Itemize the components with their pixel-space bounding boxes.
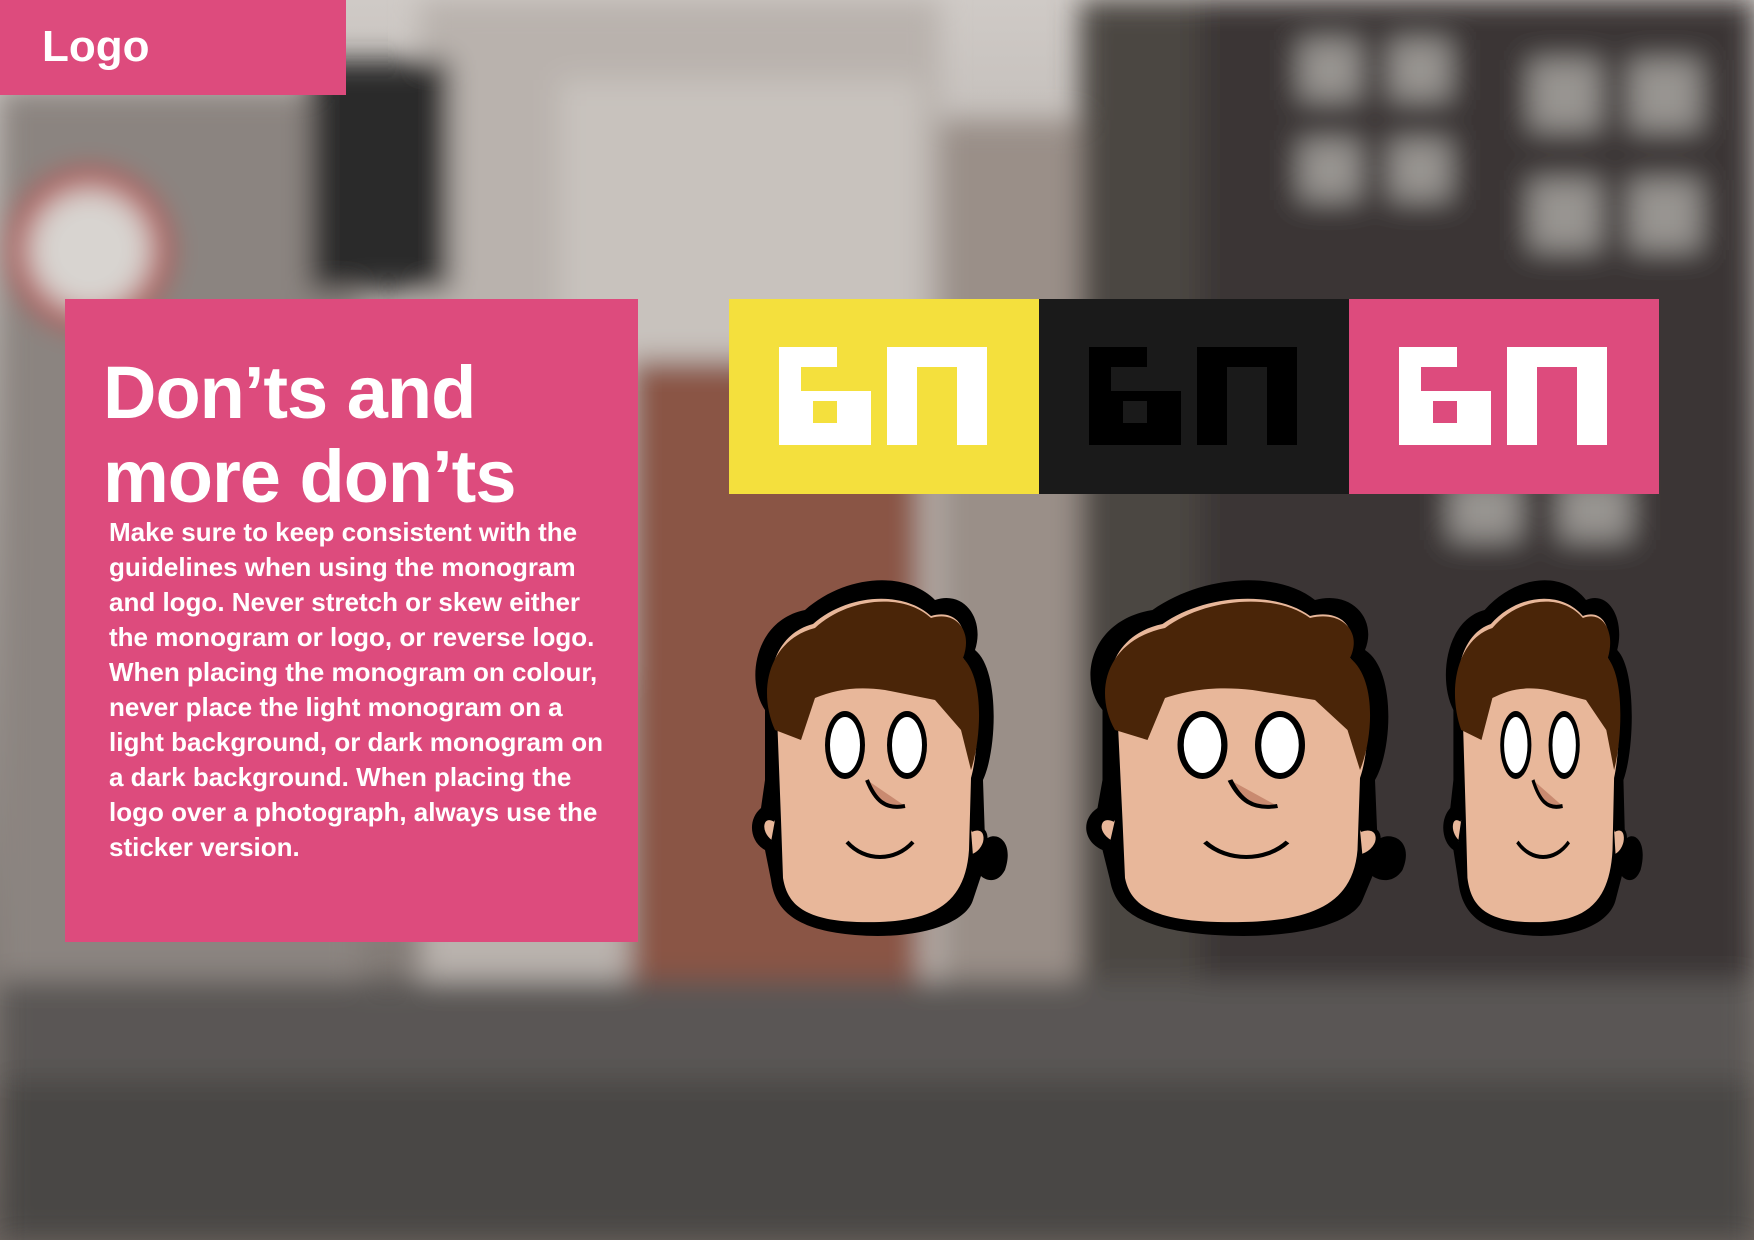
monogram-mark-icon (1399, 347, 1607, 445)
monogram-mark-icon (779, 347, 987, 445)
panel-body: Make sure to keep consistent with the gu… (109, 517, 604, 862)
character-head-stretched-icon (1086, 580, 1406, 936)
monogram-row (729, 299, 1659, 494)
character-head-icon (749, 580, 1010, 938)
panel-title: Don’ts and more don’ts (103, 351, 516, 518)
character-head-narrow-icon (1441, 580, 1645, 938)
character-heads (749, 580, 1645, 950)
section-tab: Logo (0, 0, 346, 95)
section-tab-label: Logo (42, 22, 150, 71)
guidelines-panel: Don’ts and more don’ts Make sure to keep… (65, 299, 638, 942)
monogram-black (1039, 299, 1349, 494)
monogram-mark-icon (1089, 347, 1297, 445)
monogram-pink (1349, 299, 1659, 494)
monogram-yellow (729, 299, 1039, 494)
